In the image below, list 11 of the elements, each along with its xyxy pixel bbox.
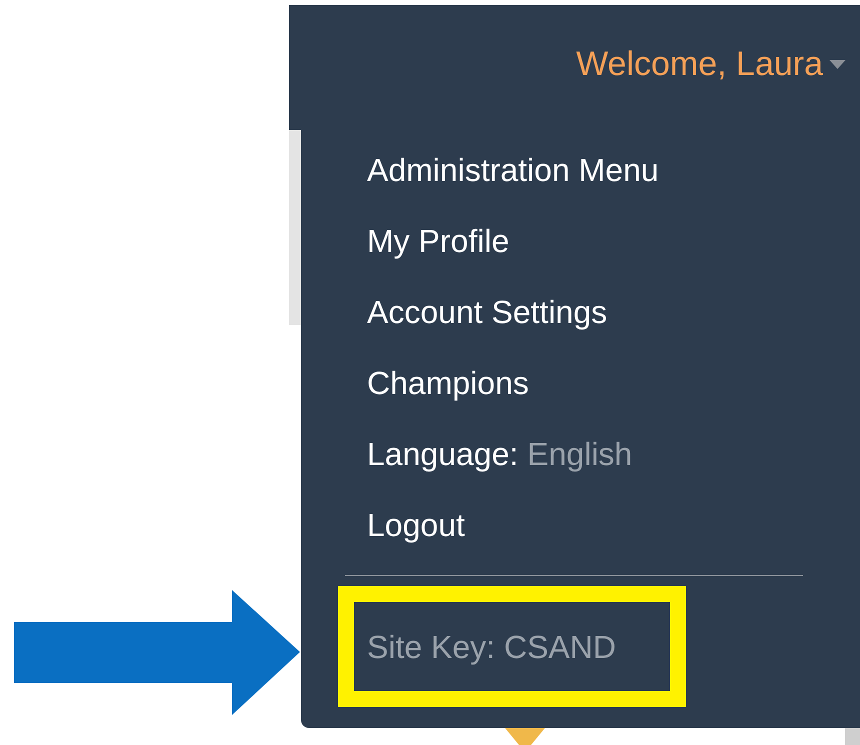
menu-item[interactable]: Administration Menu [367, 152, 659, 189]
language-label: Language: [367, 436, 518, 473]
pointer-icon [505, 728, 545, 745]
menu-item[interactable]: Account Settings [367, 294, 608, 331]
menu-item[interactable]: Champions [367, 365, 529, 402]
menu-item[interactable]: Logout [367, 507, 465, 544]
user-menu-toggle[interactable]: Welcome, Laura [576, 45, 846, 84]
site-key-text: Site Key: CSAND [367, 628, 617, 666]
language-link[interactable]: English [527, 436, 632, 473]
menu-item[interactable]: My Profile [367, 223, 510, 260]
page-background [845, 728, 860, 745]
